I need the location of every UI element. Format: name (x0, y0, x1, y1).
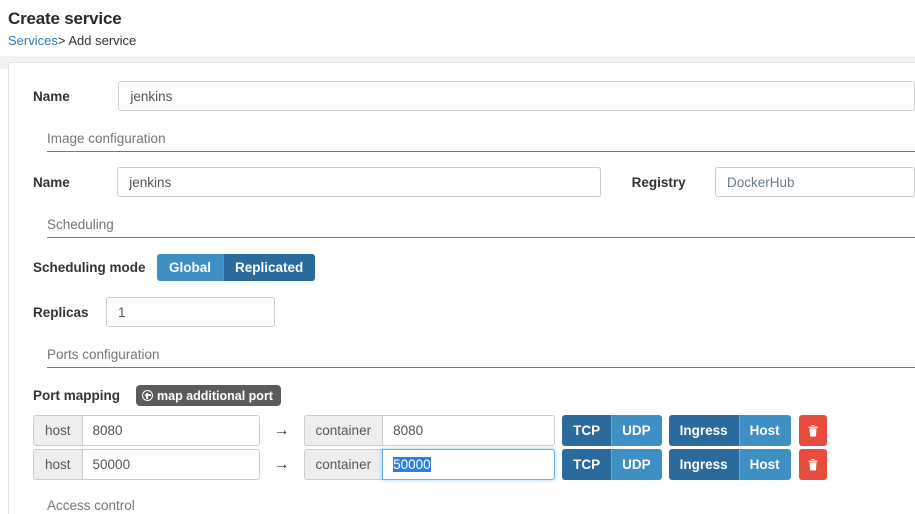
mapping-arrow-icon-2: → (274, 457, 290, 473)
replicas-label: Replicas (33, 305, 106, 320)
scheduling-mode-replicated-button[interactable]: Replicated (223, 254, 315, 281)
page-header: Create service Services> Add service (0, 0, 915, 49)
publish-ingress-button-1[interactable]: Ingress (669, 415, 739, 446)
container-addon-2: container (304, 449, 383, 480)
port-mapping-label: Port mapping (33, 388, 136, 403)
delete-port-mapping-button-1[interactable] (799, 415, 827, 446)
page-title: Create service (8, 8, 915, 30)
scheduling-mode-label: Scheduling mode (33, 260, 157, 275)
service-name-label: Name (33, 89, 118, 104)
host-addon-2: host (33, 449, 82, 480)
replicas-input[interactable] (106, 297, 275, 327)
scheduling-mode-global-button[interactable]: Global (157, 254, 223, 281)
port-mapping-rows: host → container TCP UDP Ingress Host (9, 415, 915, 480)
image-name-input[interactable] (117, 167, 600, 197)
image-configuration-section-header: Image configuration (9, 130, 915, 152)
ports-configuration-underline: Ports configuration (47, 346, 915, 368)
protocol-udp-button-2[interactable]: UDP (611, 449, 662, 480)
mapping-arrow-icon-1: → (274, 423, 290, 439)
image-configuration-title: Image configuration (47, 131, 166, 146)
trash-icon (807, 458, 819, 471)
trash-icon (807, 424, 819, 437)
port-mapping-row-2: host → container 50000 TCP UDP (33, 449, 915, 480)
registry-label: Registry (632, 175, 715, 190)
image-name-row: Name Registry (9, 167, 915, 197)
create-service-card: Name Image configuration Name Registry S… (8, 62, 915, 514)
card-body: Name Image configuration Name Registry S… (9, 63, 915, 514)
breadcrumb-link-services[interactable]: Services (8, 33, 58, 48)
replicas-row: Replicas (9, 297, 915, 327)
map-additional-port-label: map additional port (157, 389, 273, 403)
registry-select[interactable] (715, 167, 915, 197)
image-configuration-underline: Image configuration (47, 130, 915, 152)
plus-circle-icon (142, 390, 153, 401)
container-port-input-1[interactable] (382, 415, 555, 446)
container-port-group-1: container (304, 415, 556, 446)
create-service-page: Create service Services> Add service Nam… (0, 0, 915, 514)
host-addon-1: host (33, 415, 82, 446)
port-mapping-row-1: host → container TCP UDP Ingress Host (33, 415, 915, 446)
host-port-group-2: host (33, 449, 260, 480)
scheduling-title: Scheduling (47, 217, 114, 232)
publish-mode-button-group-1[interactable]: Ingress Host (669, 415, 791, 446)
protocol-button-group-1[interactable]: TCP UDP (562, 415, 662, 446)
scheduling-mode-row: Scheduling mode Global Replicated (9, 254, 915, 281)
port-mapping-row: Port mapping map additional port (9, 385, 915, 406)
container-port-selected-text-2: 50000 (393, 457, 431, 472)
publish-mode-button-group-2[interactable]: Ingress Host (669, 449, 791, 480)
service-name-input[interactable] (118, 81, 915, 111)
publish-host-button-2[interactable]: Host (739, 449, 791, 480)
map-additional-port-button[interactable]: map additional port (136, 385, 281, 406)
container-port-input-2[interactable]: 50000 (382, 449, 555, 480)
publish-host-button-1[interactable]: Host (739, 415, 791, 446)
access-control-section-header: Access control (9, 497, 915, 514)
ports-configuration-section-header: Ports configuration (9, 346, 915, 368)
breadcrumb: Services> Add service (8, 32, 915, 49)
protocol-udp-button-1[interactable]: UDP (611, 415, 662, 446)
ports-configuration-title: Ports configuration (47, 347, 160, 362)
host-port-input-1[interactable] (82, 415, 260, 446)
host-port-group-1: host (33, 415, 260, 446)
service-name-row: Name (9, 81, 915, 111)
host-port-input-2[interactable] (82, 449, 260, 480)
breadcrumb-current: Add service (68, 33, 136, 48)
access-control-title: Access control (47, 498, 135, 513)
protocol-tcp-button-1[interactable]: TCP (562, 415, 611, 446)
scheduling-mode-button-group[interactable]: Global Replicated (157, 254, 315, 281)
delete-port-mapping-button-2[interactable] (799, 449, 827, 480)
container-port-group-2: container 50000 (304, 449, 556, 480)
breadcrumb-separator: > (58, 33, 66, 48)
access-control-underline: Access control (47, 497, 915, 514)
protocol-tcp-button-2[interactable]: TCP (562, 449, 611, 480)
protocol-button-group-2[interactable]: TCP UDP (562, 449, 662, 480)
publish-ingress-button-2[interactable]: Ingress (669, 449, 739, 480)
image-name-label: Name (33, 175, 117, 190)
scheduling-section-header: Scheduling (9, 216, 915, 238)
scheduling-underline: Scheduling (47, 216, 915, 238)
container-addon-1: container (304, 415, 383, 446)
